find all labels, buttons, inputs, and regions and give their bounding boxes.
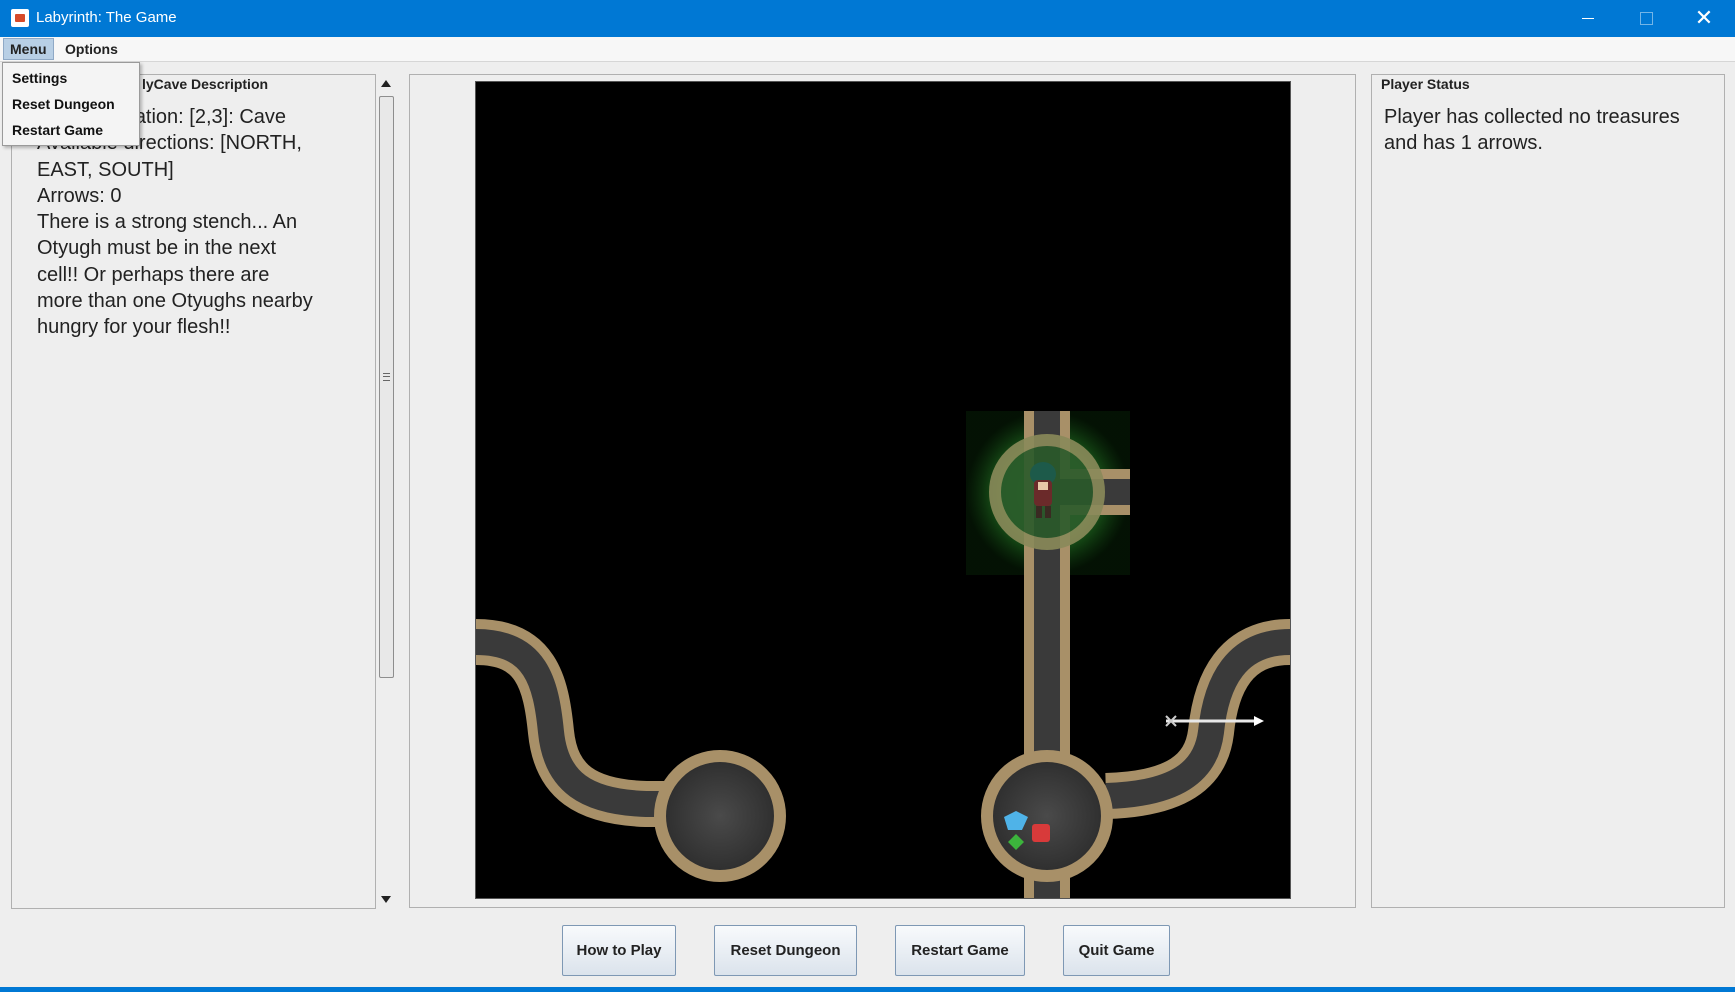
description-scrollbar[interactable] [375,74,395,908]
grip-icon [383,373,390,381]
menu-item-settings[interactable]: Settings [12,70,67,86]
arrow-up-icon [380,79,391,87]
window-border [0,987,1735,992]
minimize-button[interactable] [1559,0,1617,37]
description-line: cell!! Or perhaps there are [37,263,270,286]
cave-room [981,750,1113,882]
menu-item-reset-dungeon[interactable]: Reset Dungeon [12,96,115,112]
tunnel-walls [476,411,1290,898]
java-cup-icon [11,9,29,27]
player-status-panel [1371,74,1725,908]
scroll-thumb[interactable] [379,96,394,678]
description-line: Arrows: 0 [37,184,122,207]
dungeon-view[interactable] [475,81,1291,899]
tunnel-floor [476,411,1290,898]
scroll-down-button[interactable] [376,890,395,908]
cave-description-title: lyCave Description [140,76,271,92]
how-to-play-button[interactable]: How to Play [562,925,676,976]
app-window: Labyrinth: The Game ✕ Menu Options lyCav… [0,0,1735,992]
maximize-button[interactable] [1617,0,1675,37]
description-line: EAST, SOUTH] [37,158,174,181]
quit-game-button[interactable]: Quit Game [1063,925,1170,976]
menu-options[interactable]: Options [59,39,124,59]
title-bar: Labyrinth: The Game ✕ [0,0,1735,37]
close-icon: ✕ [1694,5,1714,31]
player-status-title: Player Status [1379,76,1472,92]
minimize-icon [1582,18,1594,19]
menu-bar: Menu Options [0,37,1735,62]
menu-dropdown: Settings Reset Dungeon Restart Game [2,62,140,146]
arrow-down-icon [380,895,391,903]
description-line: more than one Otyughs nearby [37,290,313,313]
restart-game-button[interactable]: Restart Game [895,925,1025,976]
scroll-up-button[interactable] [376,74,395,92]
cave-room [654,750,786,882]
reset-dungeon-button[interactable]: Reset Dungeon [714,925,857,976]
description-line: There is a strong stench... An [37,211,298,234]
close-button[interactable]: ✕ [1675,0,1733,37]
window-title: Labyrinth: The Game [36,9,177,26]
description-line: hungry for your flesh!! [37,316,231,339]
description-line: Otyugh must be in the next [37,237,277,260]
player-status-text: Player has collected no treasures and ha… [1384,106,1680,155]
menu-menu[interactable]: Menu [3,38,54,60]
dungeon-map [476,411,1290,898]
menu-item-restart-game[interactable]: Restart Game [12,122,103,138]
maximize-icon [1639,12,1653,25]
